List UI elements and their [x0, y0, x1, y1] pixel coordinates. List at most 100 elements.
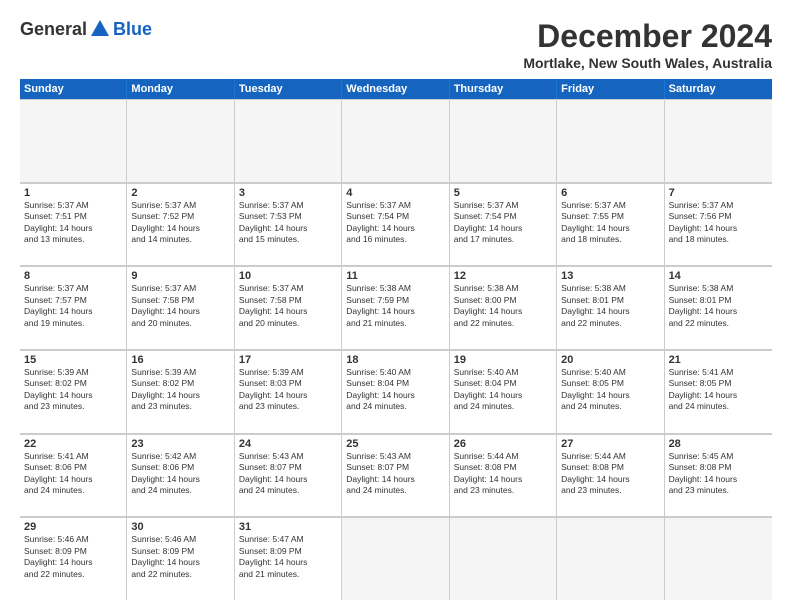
day-number-31: 31 — [239, 521, 337, 533]
day-number-29: 29 — [24, 521, 122, 533]
logo-general-text: General — [20, 19, 87, 40]
day-cell-11: 11Sunrise: 5:38 AMSunset: 7:59 PMDayligh… — [342, 266, 449, 349]
day-number-1: 1 — [24, 187, 122, 199]
calendar-row-2: 8Sunrise: 5:37 AMSunset: 7:57 PMDaylight… — [20, 266, 772, 350]
empty-cell — [20, 99, 127, 182]
day-cell-5: 5Sunrise: 5:37 AMSunset: 7:54 PMDaylight… — [450, 183, 557, 266]
day-number-23: 23 — [131, 438, 229, 450]
empty-cell — [450, 99, 557, 182]
day-cell-6: 6Sunrise: 5:37 AMSunset: 7:55 PMDaylight… — [557, 183, 664, 266]
cell-info-21: Sunrise: 5:41 AMSunset: 8:05 PMDaylight:… — [669, 367, 768, 413]
empty-cell — [127, 99, 234, 182]
cell-info-12: Sunrise: 5:38 AMSunset: 8:00 PMDaylight:… — [454, 283, 552, 329]
day-number-12: 12 — [454, 270, 552, 282]
cell-info-14: Sunrise: 5:38 AMSunset: 8:01 PMDaylight:… — [669, 283, 768, 329]
logo-blue-text: Blue — [113, 19, 152, 40]
day-cell-23: 23Sunrise: 5:42 AMSunset: 8:06 PMDayligh… — [127, 434, 234, 517]
day-cell-13: 13Sunrise: 5:38 AMSunset: 8:01 PMDayligh… — [557, 266, 664, 349]
header-monday: Monday — [127, 79, 234, 99]
day-cell-17: 17Sunrise: 5:39 AMSunset: 8:03 PMDayligh… — [235, 350, 342, 433]
day-cell-31: 31Sunrise: 5:47 AMSunset: 8:09 PMDayligh… — [235, 517, 342, 600]
cell-info-25: Sunrise: 5:43 AMSunset: 8:07 PMDaylight:… — [346, 451, 444, 497]
calendar-body: 1Sunrise: 5:37 AMSunset: 7:51 PMDaylight… — [20, 99, 772, 600]
empty-cell — [342, 99, 449, 182]
day-number-27: 27 — [561, 438, 659, 450]
calendar-row-3: 15Sunrise: 5:39 AMSunset: 8:02 PMDayligh… — [20, 350, 772, 434]
cell-info-23: Sunrise: 5:42 AMSunset: 8:06 PMDaylight:… — [131, 451, 229, 497]
cell-info-5: Sunrise: 5:37 AMSunset: 7:54 PMDaylight:… — [454, 200, 552, 246]
day-number-26: 26 — [454, 438, 552, 450]
day-cell-10: 10Sunrise: 5:37 AMSunset: 7:58 PMDayligh… — [235, 266, 342, 349]
day-cell-26: 26Sunrise: 5:44 AMSunset: 8:08 PMDayligh… — [450, 434, 557, 517]
month-title: December 2024 — [523, 18, 772, 55]
cell-info-20: Sunrise: 5:40 AMSunset: 8:05 PMDaylight:… — [561, 367, 659, 413]
header-tuesday: Tuesday — [235, 79, 342, 99]
calendar: SundayMondayTuesdayWednesdayThursdayFrid… — [20, 79, 772, 600]
cell-info-1: Sunrise: 5:37 AMSunset: 7:51 PMDaylight:… — [24, 200, 122, 246]
calendar-row-4: 22Sunrise: 5:41 AMSunset: 8:06 PMDayligh… — [20, 434, 772, 518]
day-cell-15: 15Sunrise: 5:39 AMSunset: 8:02 PMDayligh… — [20, 350, 127, 433]
empty-cell — [342, 517, 449, 600]
day-number-22: 22 — [24, 438, 122, 450]
day-cell-4: 4Sunrise: 5:37 AMSunset: 7:54 PMDaylight… — [342, 183, 449, 266]
cell-info-28: Sunrise: 5:45 AMSunset: 8:08 PMDaylight:… — [669, 451, 768, 497]
cell-info-10: Sunrise: 5:37 AMSunset: 7:58 PMDaylight:… — [239, 283, 337, 329]
day-number-21: 21 — [669, 354, 768, 366]
logo-icon — [89, 18, 111, 40]
day-cell-1: 1Sunrise: 5:37 AMSunset: 7:51 PMDaylight… — [20, 183, 127, 266]
day-cell-7: 7Sunrise: 5:37 AMSunset: 7:56 PMDaylight… — [665, 183, 772, 266]
day-cell-30: 30Sunrise: 5:46 AMSunset: 8:09 PMDayligh… — [127, 517, 234, 600]
calendar-header: SundayMondayTuesdayWednesdayThursdayFrid… — [20, 79, 772, 99]
day-number-2: 2 — [131, 187, 229, 199]
calendar-row-0 — [20, 99, 772, 183]
day-cell-22: 22Sunrise: 5:41 AMSunset: 8:06 PMDayligh… — [20, 434, 127, 517]
day-number-16: 16 — [131, 354, 229, 366]
day-cell-14: 14Sunrise: 5:38 AMSunset: 8:01 PMDayligh… — [665, 266, 772, 349]
cell-info-22: Sunrise: 5:41 AMSunset: 8:06 PMDaylight:… — [24, 451, 122, 497]
cell-info-8: Sunrise: 5:37 AMSunset: 7:57 PMDaylight:… — [24, 283, 122, 329]
day-cell-29: 29Sunrise: 5:46 AMSunset: 8:09 PMDayligh… — [20, 517, 127, 600]
header-thursday: Thursday — [450, 79, 557, 99]
cell-info-30: Sunrise: 5:46 AMSunset: 8:09 PMDaylight:… — [131, 534, 229, 580]
cell-info-27: Sunrise: 5:44 AMSunset: 8:08 PMDaylight:… — [561, 451, 659, 497]
empty-cell — [665, 99, 772, 182]
day-cell-21: 21Sunrise: 5:41 AMSunset: 8:05 PMDayligh… — [665, 350, 772, 433]
day-number-8: 8 — [24, 270, 122, 282]
cell-info-15: Sunrise: 5:39 AMSunset: 8:02 PMDaylight:… — [24, 367, 122, 413]
day-number-14: 14 — [669, 270, 768, 282]
header-wednesday: Wednesday — [342, 79, 449, 99]
empty-cell — [450, 517, 557, 600]
page-header: General Blue December 2024 Mortlake, New… — [20, 18, 772, 71]
calendar-row-5: 29 Sunrise: 5:46 AMSunset: 8:09 PMDayligh… — [20, 517, 772, 600]
day-number-9: 9 — [131, 270, 229, 282]
day-number-11: 11 — [346, 270, 444, 282]
day-cell-19: 19Sunrise: 5:40 AMSunset: 8:04 PMDayligh… — [450, 350, 557, 433]
cell-info-13: Sunrise: 5:38 AMSunset: 8:01 PMDaylight:… — [561, 283, 659, 329]
calendar-page: General Blue December 2024 Mortlake, New… — [0, 0, 792, 612]
day-number-15: 15 — [24, 354, 122, 366]
day-number-19: 19 — [454, 354, 552, 366]
day-number-20: 20 — [561, 354, 659, 366]
header-saturday: Saturday — [665, 79, 772, 99]
cell-info-24: Sunrise: 5:43 AMSunset: 8:07 PMDaylight:… — [239, 451, 337, 497]
day-cell-3: 3Sunrise: 5:37 AMSunset: 7:53 PMDaylight… — [235, 183, 342, 266]
cell-info-16: Sunrise: 5:39 AMSunset: 8:02 PMDaylight:… — [131, 367, 229, 413]
empty-cell — [665, 517, 772, 600]
cell-info-4: Sunrise: 5:37 AMSunset: 7:54 PMDaylight:… — [346, 200, 444, 246]
cell-info-2: Sunrise: 5:37 AMSunset: 7:52 PMDaylight:… — [131, 200, 229, 246]
calendar-row-1: 1Sunrise: 5:37 AMSunset: 7:51 PMDaylight… — [20, 183, 772, 267]
cell-info-9: Sunrise: 5:37 AMSunset: 7:58 PMDaylight:… — [131, 283, 229, 329]
cell-info-11: Sunrise: 5:38 AMSunset: 7:59 PMDaylight:… — [346, 283, 444, 329]
day-number-30: 30 — [131, 521, 229, 533]
day-number-28: 28 — [669, 438, 768, 450]
empty-cell — [557, 517, 664, 600]
cell-info-19: Sunrise: 5:40 AMSunset: 8:04 PMDaylight:… — [454, 367, 552, 413]
day-cell-28: 28Sunrise: 5:45 AMSunset: 8:08 PMDayligh… — [665, 434, 772, 517]
cell-info-6: Sunrise: 5:37 AMSunset: 7:55 PMDaylight:… — [561, 200, 659, 246]
header-friday: Friday — [557, 79, 664, 99]
day-cell-27: 27Sunrise: 5:44 AMSunset: 8:08 PMDayligh… — [557, 434, 664, 517]
day-number-10: 10 — [239, 270, 337, 282]
day-cell-12: 12Sunrise: 5:38 AMSunset: 8:00 PMDayligh… — [450, 266, 557, 349]
cell-info-7: Sunrise: 5:37 AMSunset: 7:56 PMDaylight:… — [669, 200, 768, 246]
day-cell-18: 18Sunrise: 5:40 AMSunset: 8:04 PMDayligh… — [342, 350, 449, 433]
